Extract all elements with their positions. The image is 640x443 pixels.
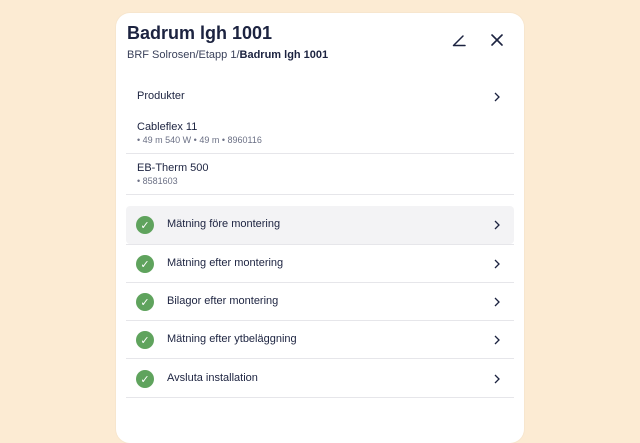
product-item: Cableflex 11 • 49 m 540 W • 49 m • 89601…	[126, 121, 514, 161]
chevron-right-icon	[494, 297, 500, 307]
step-label: Avsluta installation	[167, 372, 258, 384]
breadcrumb-path[interactable]: BRF Solrosen/Etapp 1/	[127, 49, 240, 61]
divider	[126, 397, 514, 398]
products-row[interactable]: Produkter	[126, 83, 514, 111]
divider	[126, 153, 514, 154]
divider	[126, 194, 514, 195]
chevron-right-icon	[494, 220, 500, 230]
step-item-measurement-after[interactable]: ✓ Mätning efter montering	[126, 245, 514, 283]
products-label: Produkter	[137, 90, 185, 102]
pencil-icon	[452, 35, 466, 47]
step-item-measurement-surface[interactable]: ✓ Mätning efter ytbeläggning	[126, 321, 514, 359]
step-item-measurement-before[interactable]: ✓ Mätning före montering	[126, 206, 514, 244]
breadcrumb-current: Badrum lgh 1001	[239, 49, 329, 61]
check-icon: ✓	[136, 331, 154, 349]
product-name: EB-Therm 500	[137, 162, 209, 174]
step-item-finish-installation[interactable]: ✓ Avsluta installation	[126, 360, 514, 398]
chevron-right-icon	[494, 374, 500, 384]
check-icon: ✓	[136, 293, 154, 311]
chevron-right-icon	[494, 259, 500, 269]
product-item: EB-Therm 500 • 8581603	[126, 162, 514, 202]
installation-panel: Badrum lgh 1001 BRF Solrosen/Etapp 1/Bad…	[116, 13, 524, 443]
product-name: Cableflex 11	[137, 121, 198, 133]
step-label: Mätning före montering	[167, 218, 281, 230]
check-icon: ✓	[136, 255, 154, 273]
step-label: Mätning efter montering	[167, 257, 284, 269]
check-icon: ✓	[136, 370, 154, 388]
product-meta: • 8581603	[137, 176, 178, 186]
chevron-right-icon	[494, 335, 500, 345]
step-item-attachments[interactable]: ✓ Bilagor efter montering	[126, 283, 514, 321]
check-icon: ✓	[136, 216, 154, 234]
close-button[interactable]	[486, 29, 508, 51]
product-meta: • 49 m 540 W • 49 m • 8960116	[137, 135, 262, 145]
divider	[126, 358, 514, 359]
close-icon	[491, 34, 503, 46]
chevron-right-icon	[494, 92, 500, 102]
edit-button[interactable]	[448, 29, 470, 51]
step-label: Bilagor efter montering	[167, 295, 279, 307]
breadcrumb: BRF Solrosen/Etapp 1/Badrum lgh 1001	[127, 49, 328, 61]
step-label: Mätning efter ytbeläggning	[167, 333, 297, 345]
page-title: Badrum lgh 1001	[127, 23, 273, 43]
